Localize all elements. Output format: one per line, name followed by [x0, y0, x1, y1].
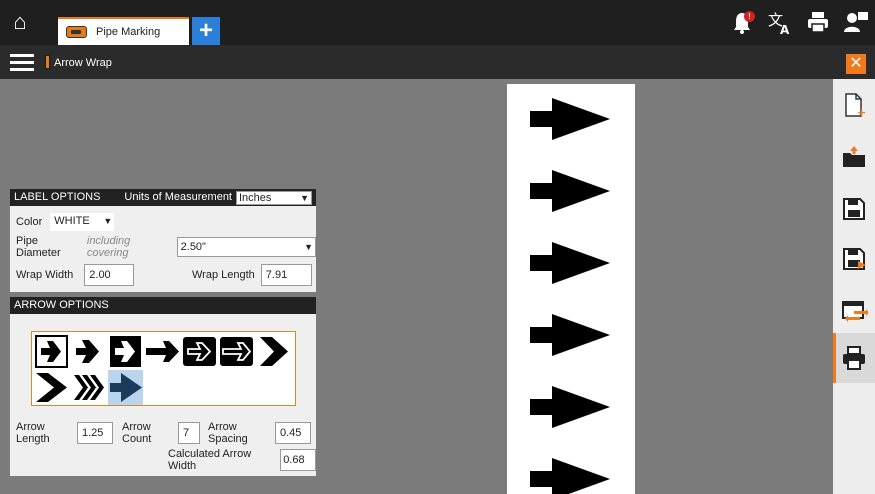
chevron-down-icon: ▼ — [304, 242, 313, 252]
calc-arrow-width-label: Calculated Arrow Width — [168, 448, 252, 472]
tab-label: Pipe Marking — [96, 26, 161, 38]
arrow-style-chevron-bold[interactable] — [256, 334, 291, 369]
arrow-style-outline-box[interactable] — [34, 334, 69, 369]
preview-arrow — [530, 458, 610, 494]
home-icon[interactable]: ⌂ — [8, 10, 32, 34]
import-export-icon[interactable] — [840, 297, 869, 325]
arrow-length-label: Arrow Length — [16, 421, 50, 445]
color-label: Color — [16, 216, 43, 228]
pipe-diameter-value: 2.50" — [180, 241, 206, 253]
preview-arrow — [530, 242, 610, 284]
save-icon[interactable] — [840, 195, 868, 223]
units-label: Units of Measurement — [124, 191, 232, 203]
arrow-options-title: ARROW OPTIONS — [14, 299, 109, 311]
arrow-style-outline-black-box[interactable] — [182, 334, 217, 369]
preview-arrow — [530, 170, 610, 212]
new-file-icon[interactable]: + — [840, 91, 868, 119]
units-of-measurement: Units of Measurement Inches ▼ — [124, 189, 312, 206]
pipe-diameter-row: Pipe Diameter including covering 2.50" ▼ — [16, 235, 316, 259]
svg-text:A: A — [780, 23, 790, 36]
pipe-diameter-select[interactable]: 2.50" ▼ — [176, 237, 316, 257]
notification-bell-icon[interactable]: ! — [729, 10, 755, 36]
label-options-panel: LABEL OPTIONS Units of Measurement Inche… — [10, 189, 316, 292]
color-row: Color WHITE ▼ — [16, 213, 115, 231]
arrow-style-chevron-box[interactable] — [108, 334, 143, 369]
arrow-count-row: Arrow Count 7 — [122, 421, 200, 445]
label-options-title: LABEL OPTIONS — [14, 191, 101, 203]
arrow-count-label: Arrow Count — [122, 421, 152, 445]
translate-icon[interactable]: 文A — [767, 10, 793, 37]
pipe-diameter-hint: including covering — [86, 235, 131, 259]
preview-arrow — [530, 386, 610, 428]
color-select[interactable]: WHITE ▼ — [50, 213, 115, 231]
arrow-spacing-label: Arrow Spacing — [208, 421, 248, 445]
print-icon[interactable] — [840, 344, 868, 372]
account-icon[interactable] — [843, 10, 869, 36]
arrow-style-chevron-triple[interactable] — [71, 370, 106, 405]
units-value: Inches — [239, 191, 272, 204]
label-preview — [507, 84, 635, 494]
arrow-style-picker — [31, 331, 296, 406]
arrow-style-chevron-wide[interactable] — [34, 370, 69, 405]
pipe-diameter-label: Pipe Diameter — [16, 235, 61, 259]
wrap-length-input[interactable]: 7.91 — [260, 264, 312, 286]
printer-icon[interactable] — [805, 10, 831, 36]
wrap-length-row: Wrap Length 7.91 — [192, 264, 312, 286]
svg-text:+: + — [857, 106, 866, 119]
preview-arrow — [530, 314, 610, 356]
arrow-style-long-black-box[interactable] — [219, 334, 254, 369]
chevron-down-icon: ▼ — [300, 192, 309, 203]
calc-arrow-width-value: 0.68 — [280, 449, 316, 471]
arrow-style-long[interactable] — [145, 334, 180, 369]
document-bar: Arrow Wrap ✕ — [0, 45, 875, 79]
wrap-width-row: Wrap Width 2.00 — [16, 264, 135, 286]
label-options-header: LABEL OPTIONS Units of Measurement Inche… — [10, 189, 316, 206]
arrow-style-bold[interactable] — [71, 334, 106, 369]
template-name: Arrow Wrap — [54, 57, 112, 69]
calc-arrow-width-row: Calculated Arrow Width 0.68 — [168, 448, 316, 472]
wrap-width-label: Wrap Width — [16, 269, 74, 281]
right-toolbar: + — [833, 79, 875, 494]
wrap-width-input[interactable]: 2.00 — [84, 264, 135, 286]
units-select[interactable]: Inches ▼ — [236, 190, 312, 205]
close-icon[interactable]: ✕ — [846, 54, 866, 74]
arrow-length-row: Arrow Length 1.25 — [16, 421, 113, 445]
add-tab-button[interactable]: + — [192, 17, 220, 45]
chevron-down-icon: ▼ — [103, 216, 113, 226]
arrow-spacing-row: Arrow Spacing 0.45 — [208, 421, 311, 445]
arrow-options-panel: ARROW OPTIONS Arrow Length 1.25 Arrow Co… — [10, 297, 316, 476]
open-folder-icon[interactable] — [840, 143, 868, 171]
arrow-options-header: ARROW OPTIONS — [10, 297, 316, 314]
arrow-spacing-input[interactable]: 0.45 — [275, 422, 311, 444]
color-value: WHITE — [54, 215, 90, 227]
preview-arrow — [530, 98, 610, 140]
arrow-length-input[interactable]: 1.25 — [77, 422, 113, 444]
template-icon — [45, 55, 50, 69]
arrow-count-input[interactable]: 7 — [178, 422, 200, 444]
tab-pipe-marking[interactable]: Pipe Marking — [58, 17, 189, 45]
top-bar: ⌂ Pipe Marking + ! 文A — [0, 0, 875, 45]
bell-badge: ! — [744, 11, 755, 22]
wrap-length-label: Wrap Length — [192, 269, 255, 281]
top-toolbar: ! 文A — [729, 10, 869, 37]
pipe-marker-icon — [66, 26, 87, 38]
hamburger-menu-icon[interactable] — [10, 54, 34, 71]
arrow-style-solid-selected[interactable] — [108, 370, 143, 405]
save-as-icon[interactable] — [840, 245, 868, 273]
